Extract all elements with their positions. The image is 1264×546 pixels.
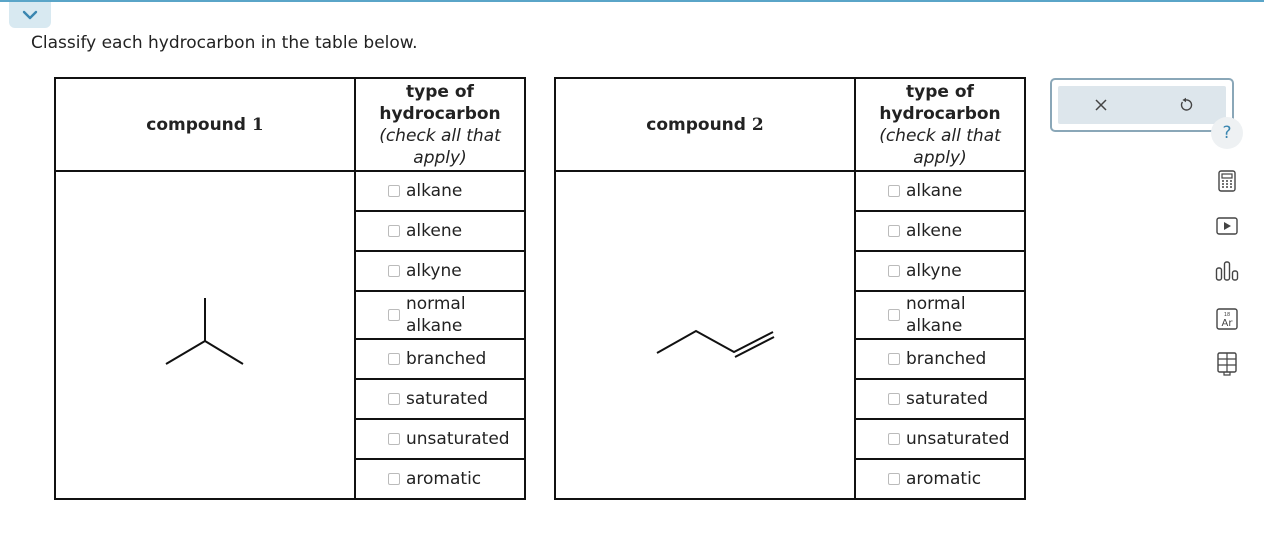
option-alkane[interactable]: alkane [354,170,526,212]
option-normal-alkane[interactable]: normal alkane [854,290,1026,340]
help-button[interactable]: ? [1211,117,1243,149]
clear-button[interactable] [1090,94,1112,116]
butene-structure [656,329,775,358]
hydrocarbon-table-1: compound 1 type of hydrocarbon (check al… [54,77,526,500]
calculator-button[interactable] [1211,165,1243,197]
option-alkyne[interactable]: alkyne [354,250,526,292]
checkbox[interactable] [888,473,900,485]
isobutane-structure [165,298,244,365]
periodic-symbol: Ar [1222,318,1234,329]
periodic-table-icon: 18 Ar [1216,308,1238,330]
checkbox[interactable] [888,353,900,365]
structure-cell [54,170,356,500]
option-aromatic[interactable]: aromatic [854,458,1026,500]
option-alkane[interactable]: alkane [854,170,1026,212]
video-button[interactable] [1211,210,1243,242]
option-normal-alkane[interactable]: normal alkane [354,290,526,340]
structure-cell [554,170,856,500]
compound-header: compound 2 [554,77,856,172]
checkbox[interactable] [388,185,400,197]
data-sheet-button[interactable] [1211,348,1243,380]
checkbox[interactable] [888,225,900,237]
periodic-table-button[interactable]: 18 Ar [1211,303,1243,335]
option-alkene[interactable]: alkene [854,210,1026,252]
checkbox[interactable] [888,433,900,445]
option-unsaturated[interactable]: unsaturated [854,418,1026,460]
type-header: type of hydrocarbon (check all that appl… [354,77,526,172]
video-icon [1216,217,1238,235]
option-branched[interactable]: branched [354,338,526,380]
checkbox[interactable] [888,185,900,197]
option-branched[interactable]: branched [854,338,1026,380]
x-icon [1095,99,1107,111]
option-saturated[interactable]: saturated [854,378,1026,420]
checkbox[interactable] [388,225,400,237]
checkbox[interactable] [388,473,400,485]
option-alkyne[interactable]: alkyne [854,250,1026,292]
collapse-button[interactable] [9,2,51,28]
checkbox[interactable] [888,309,900,321]
checkbox[interactable] [388,393,400,405]
option-saturated[interactable]: saturated [354,378,526,420]
undo-icon [1180,97,1193,111]
top-accent-rule [0,0,1264,2]
hydrocarbon-table-2: compound 2 type of hydrocarbon (check al… [554,77,1026,500]
chart-button[interactable] [1211,255,1243,287]
checkbox[interactable] [888,393,900,405]
answer-tools-panel [1050,78,1234,132]
option-unsaturated[interactable]: unsaturated [354,418,526,460]
type-header: type of hydrocarbon (check all that appl… [854,77,1026,172]
question-prompt: Classify each hydrocarbon in the table b… [31,33,418,53]
calculator-icon [1218,170,1236,192]
option-alkene[interactable]: alkene [354,210,526,252]
answer-tools-bar [1058,86,1226,124]
checkbox[interactable] [888,265,900,277]
checkbox[interactable] [388,353,400,365]
checkbox[interactable] [388,309,400,321]
option-aromatic[interactable]: aromatic [354,458,526,500]
data-sheet-icon [1217,352,1237,376]
undo-button[interactable] [1175,94,1197,116]
chevron-down-icon [22,10,38,20]
help-icon: ? [1222,123,1232,143]
checkbox[interactable] [388,433,400,445]
compound-header: compound 1 [54,77,356,172]
chart-icon [1215,261,1239,281]
checkbox[interactable] [388,265,400,277]
